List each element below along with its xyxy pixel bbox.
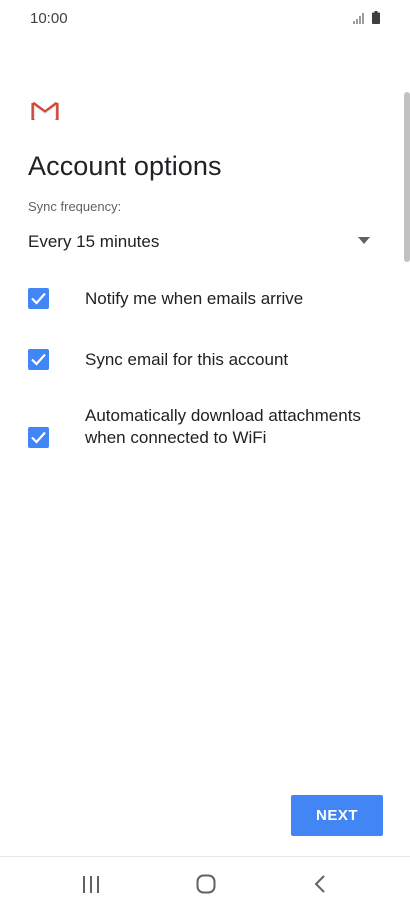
dropdown-arrow-icon (358, 237, 370, 244)
recents-icon[interactable] (82, 876, 100, 893)
sync-frequency-dropdown[interactable]: Every 15 minutes (28, 228, 374, 258)
battery-icon (372, 11, 380, 24)
auto-download-checkbox[interactable] (28, 427, 49, 448)
navigation-bar (0, 856, 410, 911)
sync-email-label: Sync email for this account (85, 350, 289, 369)
sync-frequency-label: Sync frequency: (28, 199, 122, 214)
page-title: Account options (28, 151, 222, 181)
back-icon[interactable] (313, 874, 327, 894)
sync-email-checkbox[interactable] (28, 349, 49, 370)
status-time: 10:00 (30, 10, 68, 27)
notify-checkbox[interactable] (28, 288, 49, 309)
next-button[interactable]: NEXT (291, 795, 383, 836)
option-sync-email[interactable]: Sync email for this account (0, 346, 410, 376)
status-bar: 10:00 (0, 0, 410, 38)
scrollbar[interactable] (404, 92, 410, 262)
check-icon (31, 431, 46, 444)
check-icon (31, 353, 46, 366)
gmail-icon (31, 101, 59, 120)
notify-label: Notify me when emails arrive (85, 289, 304, 308)
sync-frequency-value: Every 15 minutes (28, 232, 160, 251)
option-notify[interactable]: Notify me when emails arrive (0, 285, 410, 315)
check-icon (31, 292, 46, 305)
home-icon[interactable] (196, 874, 216, 894)
option-auto-download[interactable]: Automatically download attachments when … (0, 405, 410, 473)
auto-download-label: Automatically download attachments when … (85, 406, 361, 447)
screen: 10:00 Account options Sync frequency: Ev… (0, 0, 410, 911)
signal-icon (353, 13, 364, 24)
